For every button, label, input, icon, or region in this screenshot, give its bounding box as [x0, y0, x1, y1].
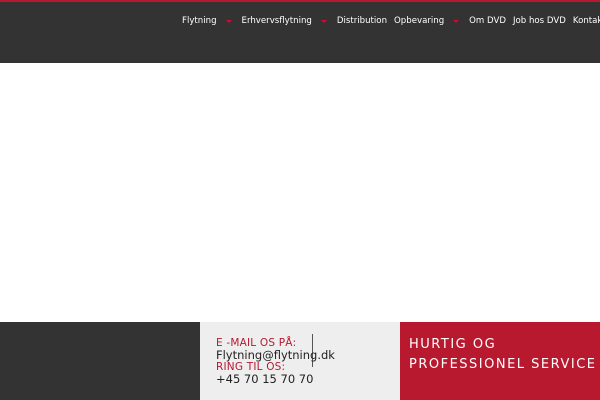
nav-item-label: Job hos DVD: [513, 16, 566, 26]
chevron-down-icon: [225, 19, 232, 23]
tagline-line-1: HURTIG OG: [409, 337, 497, 352]
main-content: [0, 63, 600, 322]
nav-item-label: Opbevaring: [394, 16, 445, 26]
footer: E -MAIL OS PÅ: Flytning@flytning.dk RING…: [0, 322, 600, 400]
main-nav: Flytning Erhvervsflytning Distribution O…: [182, 11, 600, 31]
tagline-line-2: PROFESSIONEL SERVICE: [409, 357, 597, 372]
header-bar: Flytning Erhvervsflytning Distribution O…: [0, 0, 600, 63]
nav-item-flytning[interactable]: Flytning: [182, 16, 235, 26]
nav-item-kontakt[interactable]: Kontakt: [573, 16, 600, 26]
footer-contact-panel: E -MAIL OS PÅ: Flytning@flytning.dk RING…: [200, 322, 400, 400]
nav-item-distribution[interactable]: Distribution: [337, 16, 387, 26]
nav-item-label: Kontakt: [572, 16, 600, 26]
nav-item-job-hos-dvd[interactable]: Job hos DVD: [513, 16, 566, 26]
phone-link[interactable]: +45 70 15 70 70: [216, 373, 335, 385]
nav-item-erhvervsflytning[interactable]: Erhvervsflytning: [242, 16, 330, 26]
nav-item-label: Om DVD: [469, 16, 506, 26]
chevron-down-icon: [453, 19, 460, 23]
tagline: HURTIG OG PROFESSIONEL SERVICE: [409, 335, 597, 375]
nav-item-om-dvd[interactable]: Om DVD: [469, 16, 506, 26]
nav-item-label: Distribution: [336, 16, 388, 26]
nav-item-label: Flytning: [182, 16, 217, 26]
nav-item-label: Erhvervsflytning: [241, 16, 312, 26]
chevron-down-icon: [320, 19, 327, 23]
nav-item-opbevaring[interactable]: Opbevaring: [394, 16, 462, 26]
email-link[interactable]: Flytning@flytning.dk: [216, 349, 335, 361]
footer-tagline-panel: HURTIG OG PROFESSIONEL SERVICE: [400, 322, 600, 400]
header-accent-line: [0, 0, 600, 2]
contact-info: E -MAIL OS PÅ: Flytning@flytning.dk RING…: [216, 337, 335, 385]
footer-dark-panel: [0, 322, 200, 400]
